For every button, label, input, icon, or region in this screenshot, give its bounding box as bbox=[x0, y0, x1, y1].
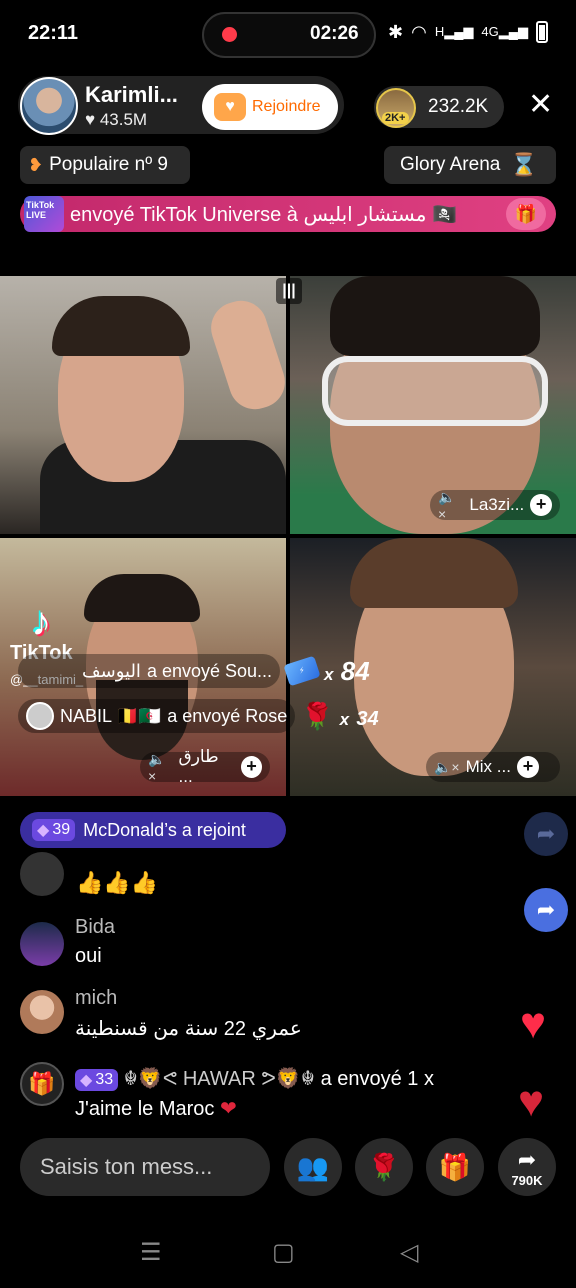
heart-icon[interactable]: ♥ bbox=[518, 1080, 544, 1124]
gift-box-icon: 🎁 bbox=[20, 1062, 64, 1106]
status-time: 22:11 bbox=[28, 22, 79, 44]
level-badge: ◆ 39 bbox=[32, 819, 76, 841]
host-avatar[interactable] bbox=[20, 77, 78, 135]
share-icon[interactable]: ➦ bbox=[524, 812, 568, 856]
home-nav-icon[interactable]: ▢ bbox=[272, 1238, 295, 1267]
chat-avatar[interactable] bbox=[20, 990, 64, 1034]
host-name[interactable]: Karimli... bbox=[85, 82, 178, 108]
gift-name: J'aime le Maroc bbox=[75, 1098, 215, 1120]
mute-icon: 🔈× bbox=[434, 758, 460, 775]
glory-arena-chip[interactable]: Glory Arena ⌛ bbox=[384, 146, 556, 184]
guest-2-glasses bbox=[322, 356, 548, 426]
gift-event-pill: اليوسف a envoyé Sou... bbox=[18, 654, 281, 688]
tiktok-live-logo: TikTok LIVE bbox=[24, 196, 64, 232]
viewer-badge: 2K+ bbox=[382, 112, 409, 124]
tile-3-label[interactable]: 🔈× طارق ... + bbox=[140, 747, 270, 786]
gift-sender: NABIL 🇧🇪🇩🇿 bbox=[60, 705, 162, 726]
share-arrow-icon: ➦ bbox=[517, 1146, 537, 1172]
flame-heart-icon: ❥ bbox=[28, 154, 44, 175]
gift-chat-sender[interactable]: ☬🦁ᕙ HAWAR ᕗ🦁☬ bbox=[124, 1068, 315, 1090]
gift-multiplier: x 34 bbox=[339, 707, 379, 730]
gift-action: a envoyé Rose bbox=[167, 705, 288, 726]
gift-icon[interactable]: 🎁 bbox=[426, 1138, 484, 1196]
gift-item-icon: ⚡ bbox=[283, 655, 321, 687]
rose-icon: 🌹 bbox=[301, 700, 334, 731]
follow-plus-icon[interactable]: + bbox=[530, 494, 552, 516]
gift-icon[interactable]: 🎁 bbox=[506, 198, 546, 230]
guest-3-hair bbox=[84, 574, 200, 622]
gift-event-1: اليوسف a envoyé Sou... ⚡ x 84 bbox=[18, 654, 370, 688]
diamond-icon: ◆ bbox=[80, 1072, 93, 1089]
tiktok-note-icon: ♪ bbox=[31, 600, 52, 644]
tile-3-name: طارق ... bbox=[178, 747, 219, 786]
guests-icon[interactable]: 👥 bbox=[284, 1138, 342, 1196]
chat-username[interactable]: Bida bbox=[75, 916, 115, 939]
gift-sender: اليوسف bbox=[82, 660, 141, 681]
join-label: Rejoindre bbox=[252, 98, 321, 115]
chat-avatar[interactable] bbox=[20, 922, 64, 966]
mute-icon: 🔈× bbox=[438, 488, 456, 522]
share-icon[interactable]: ➦ bbox=[524, 888, 568, 932]
gift-multiplier: x 84 bbox=[324, 655, 370, 686]
share-button[interactable]: ➦ 790K bbox=[498, 1138, 556, 1196]
share-count: 790K bbox=[511, 1172, 543, 1188]
rank-label: Populaire nº 9 bbox=[49, 154, 169, 175]
tile-2-label[interactable]: 🔈× La3zi... + bbox=[430, 488, 560, 522]
tile-4-label[interactable]: 🔈× Mix ... + bbox=[426, 752, 560, 782]
gift-chat-gift: J'aime le Maroc ❤ bbox=[75, 1096, 237, 1121]
heart-icon: ♥ bbox=[85, 110, 96, 129]
user-joined-notice: ◆ 39 McDonald’s a rejoint bbox=[20, 812, 286, 848]
viewer-count: 232.2K bbox=[428, 96, 489, 117]
close-icon[interactable]: ✕ bbox=[528, 90, 553, 120]
chat-username[interactable]: mich bbox=[75, 987, 117, 1010]
menu-nav-icon[interactable]: ☰ bbox=[140, 1238, 162, 1267]
wifi-icon: ◠ bbox=[411, 21, 427, 42]
follow-plus-icon[interactable]: + bbox=[516, 756, 539, 778]
heart-plus-icon: ♥ bbox=[214, 93, 246, 121]
tile-2-name: La3zi... bbox=[469, 495, 525, 514]
gift-event-pill: NABIL 🇧🇪🇩🇿 a envoyé Rose bbox=[18, 699, 296, 733]
comment-input[interactable]: Saisis ton mess... bbox=[20, 1138, 270, 1196]
level-badge: ◆ 33 bbox=[75, 1069, 119, 1091]
tile-4-name: Mix ... bbox=[465, 757, 511, 776]
battery-icon bbox=[535, 21, 548, 43]
signal-icon: H▂▄▆ bbox=[434, 24, 474, 39]
heart-gift-icon: ❤ bbox=[219, 1098, 237, 1120]
gift-event-2: NABIL 🇧🇪🇩🇿 a envoyé Rose 🌹 x 34 bbox=[18, 699, 379, 733]
gift-banner-text: envoyé TikTok Universe à مستشار ابليس 🏴‍… bbox=[70, 204, 457, 226]
gift-chat-text: a envoyé 1 x bbox=[320, 1068, 434, 1090]
gift-chat-line: ◆ 33 ☬🦁ᕙ HAWAR ᕗ🦁☬ a envoyé 1 x bbox=[75, 1066, 434, 1091]
4g-signal-icon: 4G▂▄▆ bbox=[481, 24, 528, 39]
guest-4-hair bbox=[350, 538, 518, 608]
recording-time: 02:26 bbox=[310, 23, 359, 44]
heart-icon[interactable]: ♥ bbox=[520, 1002, 546, 1046]
diamond-icon: ◆ bbox=[37, 822, 50, 839]
gift-action: a envoyé Sou... bbox=[146, 660, 273, 681]
host-likes: ♥ 43.5M bbox=[85, 110, 148, 129]
follow-plus-icon[interactable]: + bbox=[240, 756, 262, 778]
chat-message: عمري 22 سنة من قسنطينة bbox=[75, 1018, 302, 1040]
system-icons: ✱ ◠ H▂▄▆ 4G▂▄▆ bbox=[388, 21, 548, 43]
rose-gift-icon[interactable]: 🌹 bbox=[355, 1138, 413, 1196]
audio-bars-icon[interactable]: ||| bbox=[276, 278, 302, 304]
arena-label: Glory Arena bbox=[400, 154, 501, 175]
mute-icon: 🔈× bbox=[148, 750, 166, 784]
popular-rank-chip[interactable]: ❥ Populaire nº 9 bbox=[20, 146, 190, 184]
join-button[interactable]: ♥ Rejoindre bbox=[202, 84, 338, 130]
back-nav-icon[interactable]: ◁ bbox=[400, 1238, 418, 1267]
chat-message-thumbs: 👍👍👍 bbox=[76, 870, 159, 895]
chat-avatar[interactable] bbox=[20, 852, 64, 896]
sender-avatar bbox=[26, 702, 54, 730]
chat-message: oui bbox=[75, 945, 102, 967]
guest-2-hair bbox=[330, 276, 540, 356]
bluetooth-icon: ✱ bbox=[388, 21, 404, 42]
recording-dot-icon bbox=[222, 27, 237, 42]
joined-text: McDonald’s a rejoint bbox=[83, 819, 246, 840]
hourglass-icon: ⌛ bbox=[510, 152, 538, 177]
